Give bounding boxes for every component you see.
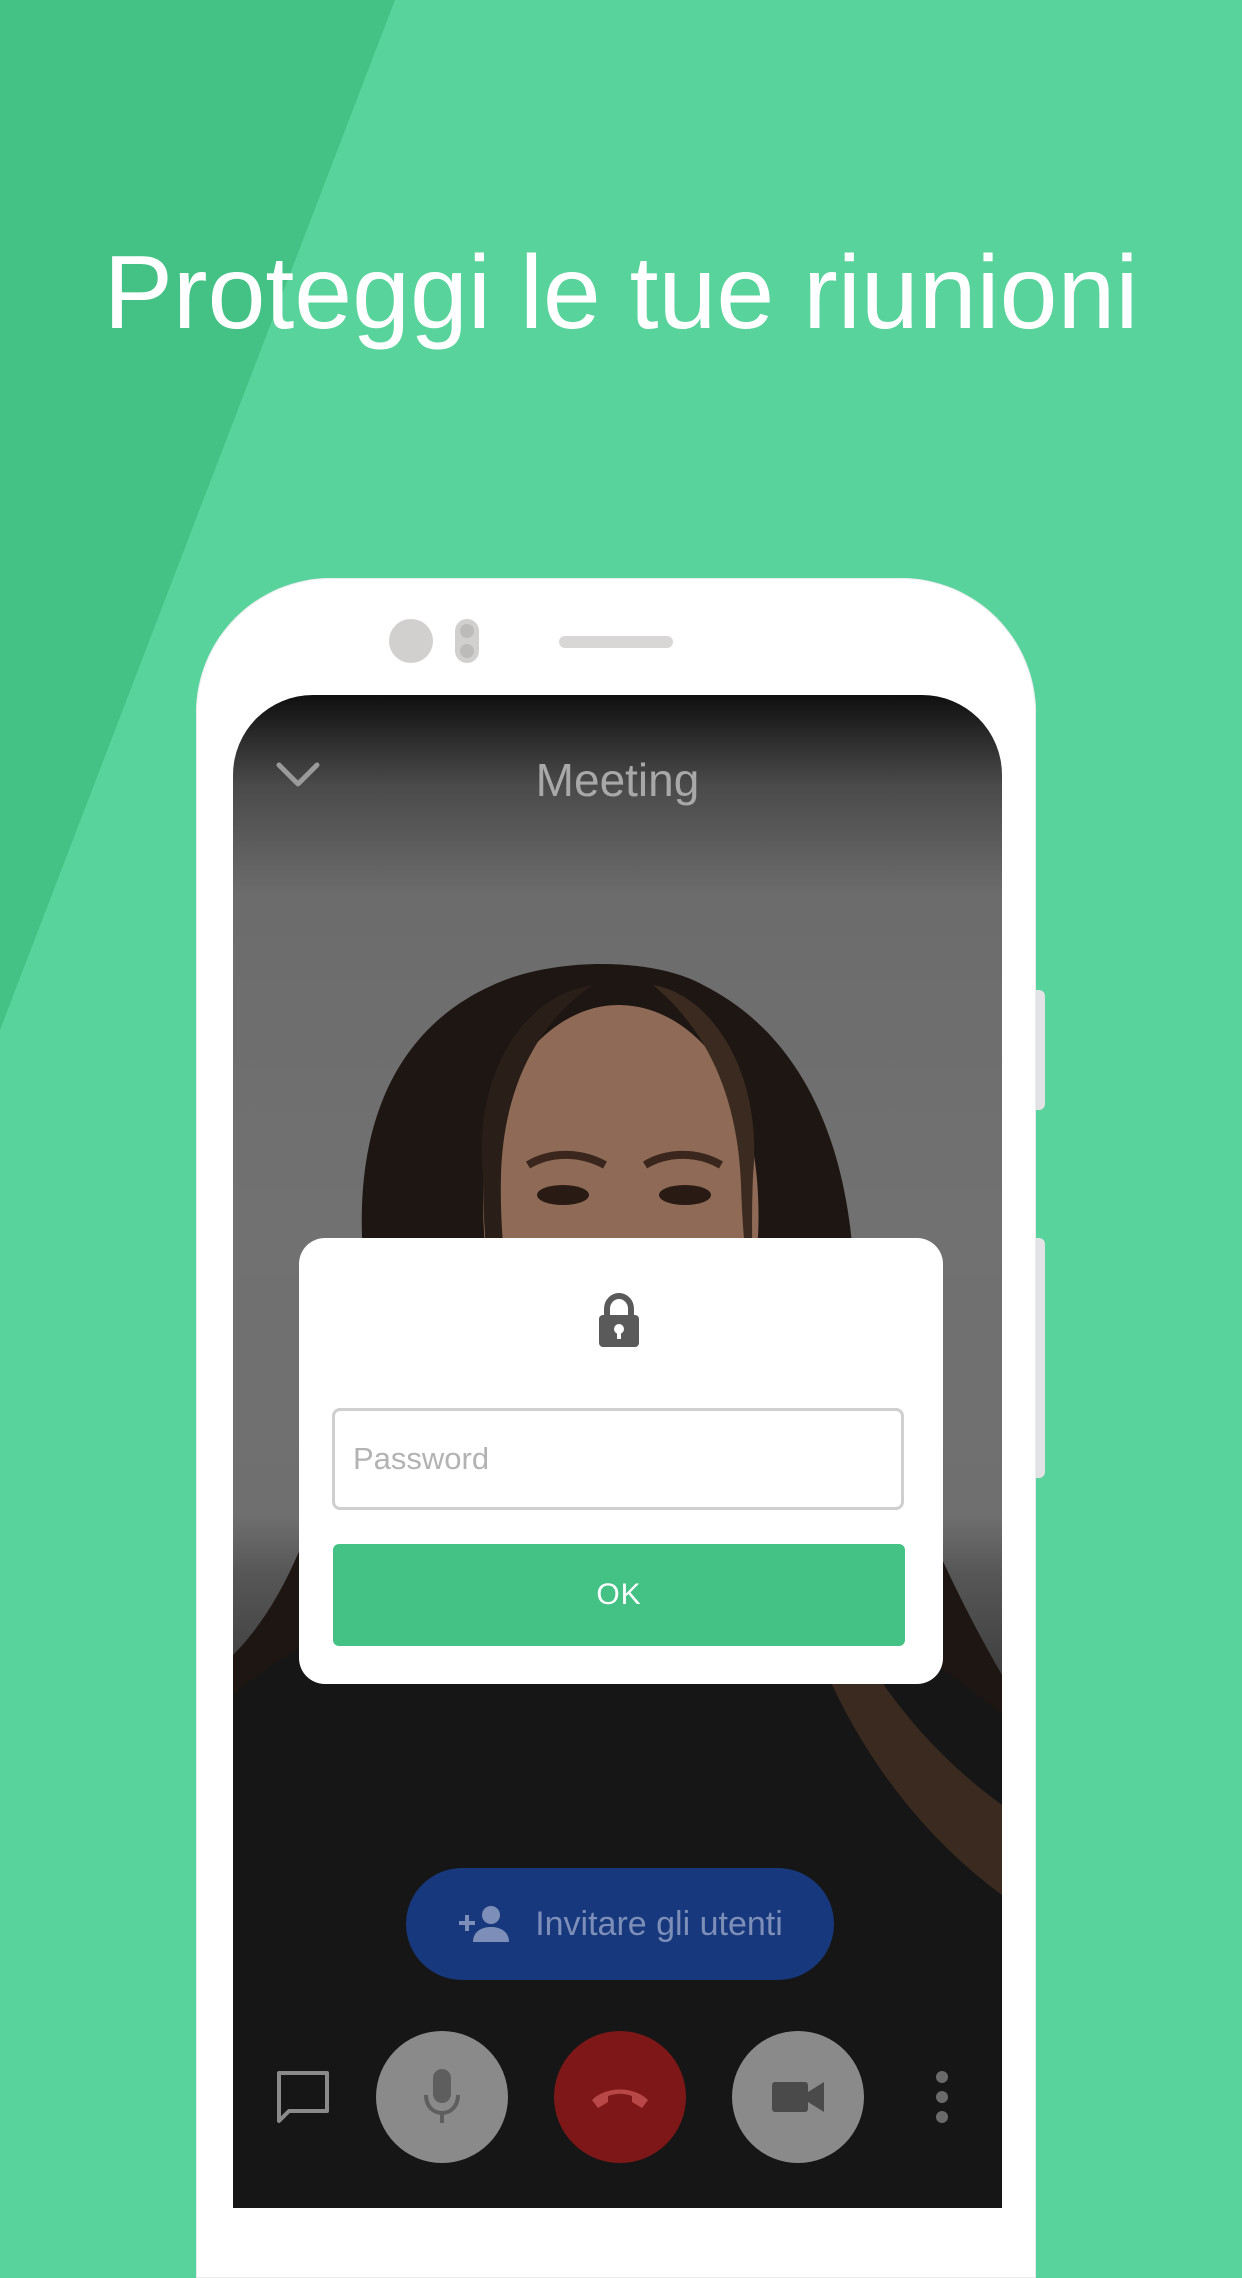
chat-icon[interactable] xyxy=(273,2067,333,2127)
lock-icon xyxy=(599,1293,639,1347)
video-button[interactable] xyxy=(732,2031,864,2163)
page-headline: Proteggi le tue riunioni xyxy=(103,235,1139,351)
password-dialog: OK xyxy=(299,1238,943,1684)
invite-users-label: Invitare gli utenti xyxy=(535,1904,783,1943)
video-icon xyxy=(772,2082,824,2112)
mic-button[interactable] xyxy=(376,2031,508,2163)
phone-side-button-top xyxy=(1036,990,1045,1110)
phone-side-button-bottom xyxy=(1036,1238,1045,1478)
mic-icon xyxy=(424,2069,460,2123)
hangup-icon xyxy=(592,2089,648,2108)
password-input[interactable] xyxy=(332,1408,904,1510)
more-vertical-icon[interactable] xyxy=(932,2067,952,2127)
front-camera xyxy=(389,619,433,663)
proximity-sensor xyxy=(455,619,479,663)
hangup-button[interactable] xyxy=(554,2031,686,2163)
add-person-icon xyxy=(459,1906,510,1942)
meeting-title: Meeting xyxy=(535,754,700,806)
earpiece-speaker xyxy=(559,636,673,648)
ok-button[interactable]: OK xyxy=(333,1544,905,1646)
invite-users-button[interactable]: Invitare gli utenti xyxy=(406,1868,834,1980)
